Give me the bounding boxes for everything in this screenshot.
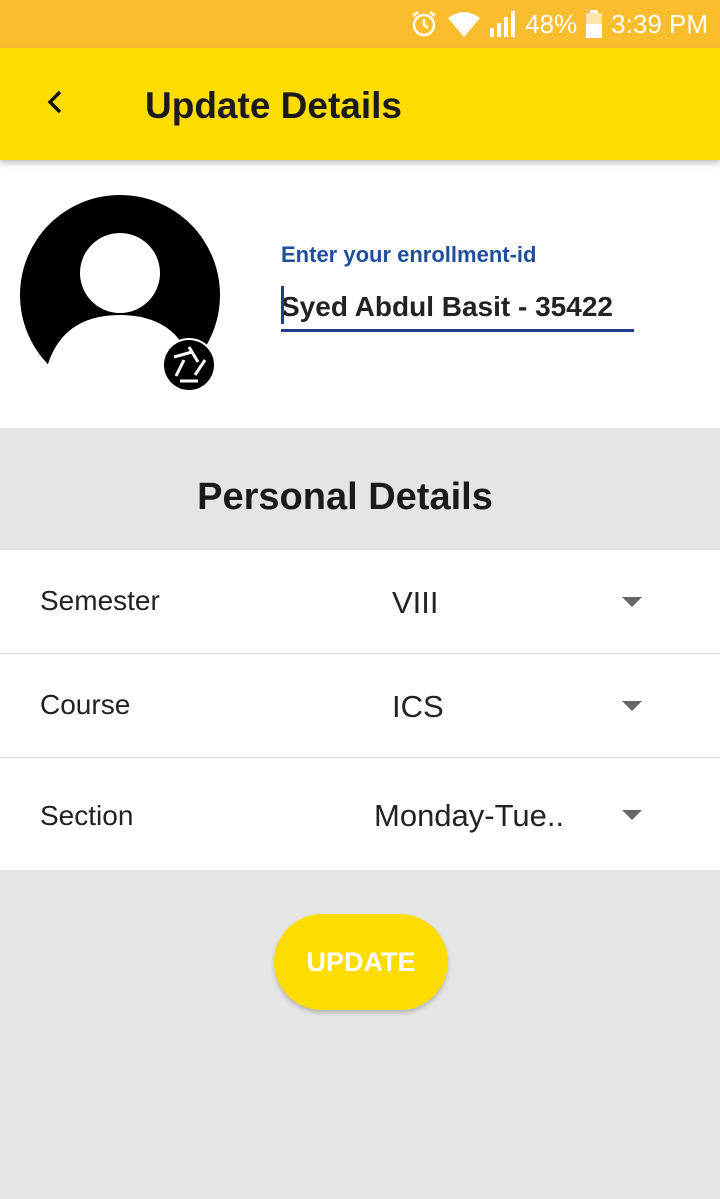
change-photo-button[interactable] <box>162 338 216 392</box>
page-title: Update Details <box>145 85 403 126</box>
details-list: Semester VIII Course ICS Section Monday-… <box>0 550 720 870</box>
course-dropdown[interactable]: ICS <box>392 689 444 725</box>
semester-dropdown[interactable]: VIII <box>392 585 439 621</box>
clock-time: 3:39 PM <box>611 8 708 39</box>
personal-details-header: Personal Details <box>0 428 720 550</box>
signal-icon <box>489 10 517 38</box>
back-button[interactable] <box>30 78 82 130</box>
semester-row: Semester VIII <box>0 550 720 654</box>
section-dropdown[interactable]: Monday-Tue.. <box>374 798 564 834</box>
section-row: Section Monday-Tue.. <box>0 758 720 870</box>
enrollment-field[interactable] <box>281 284 634 332</box>
chevron-down-icon[interactable] <box>622 810 642 820</box>
update-button[interactable]: UPDATE <box>274 914 448 1010</box>
course-row: Course ICS <box>0 654 720 758</box>
battery-percent: 48% <box>525 8 578 39</box>
section-title: Personal Details <box>197 476 493 518</box>
battery-icon <box>585 9 603 39</box>
app-bar: Update Details <box>0 48 720 160</box>
back-arrow-icon <box>45 89 67 120</box>
semester-label: Semester <box>40 585 160 616</box>
section-label: Section <box>40 800 134 831</box>
text-cursor <box>281 286 284 324</box>
chevron-down-icon[interactable] <box>622 701 642 711</box>
enrollment-label: Enter your enrollment-id <box>281 242 537 267</box>
profile-section: Enter your enrollment-id <box>0 160 720 428</box>
camera-shutter-icon <box>162 338 216 396</box>
course-label: Course <box>40 689 131 720</box>
wifi-icon <box>447 10 481 38</box>
chevron-down-icon[interactable] <box>622 597 642 607</box>
status-bar: 48% 3:39 PM <box>0 0 720 48</box>
alarm-icon <box>409 9 439 39</box>
